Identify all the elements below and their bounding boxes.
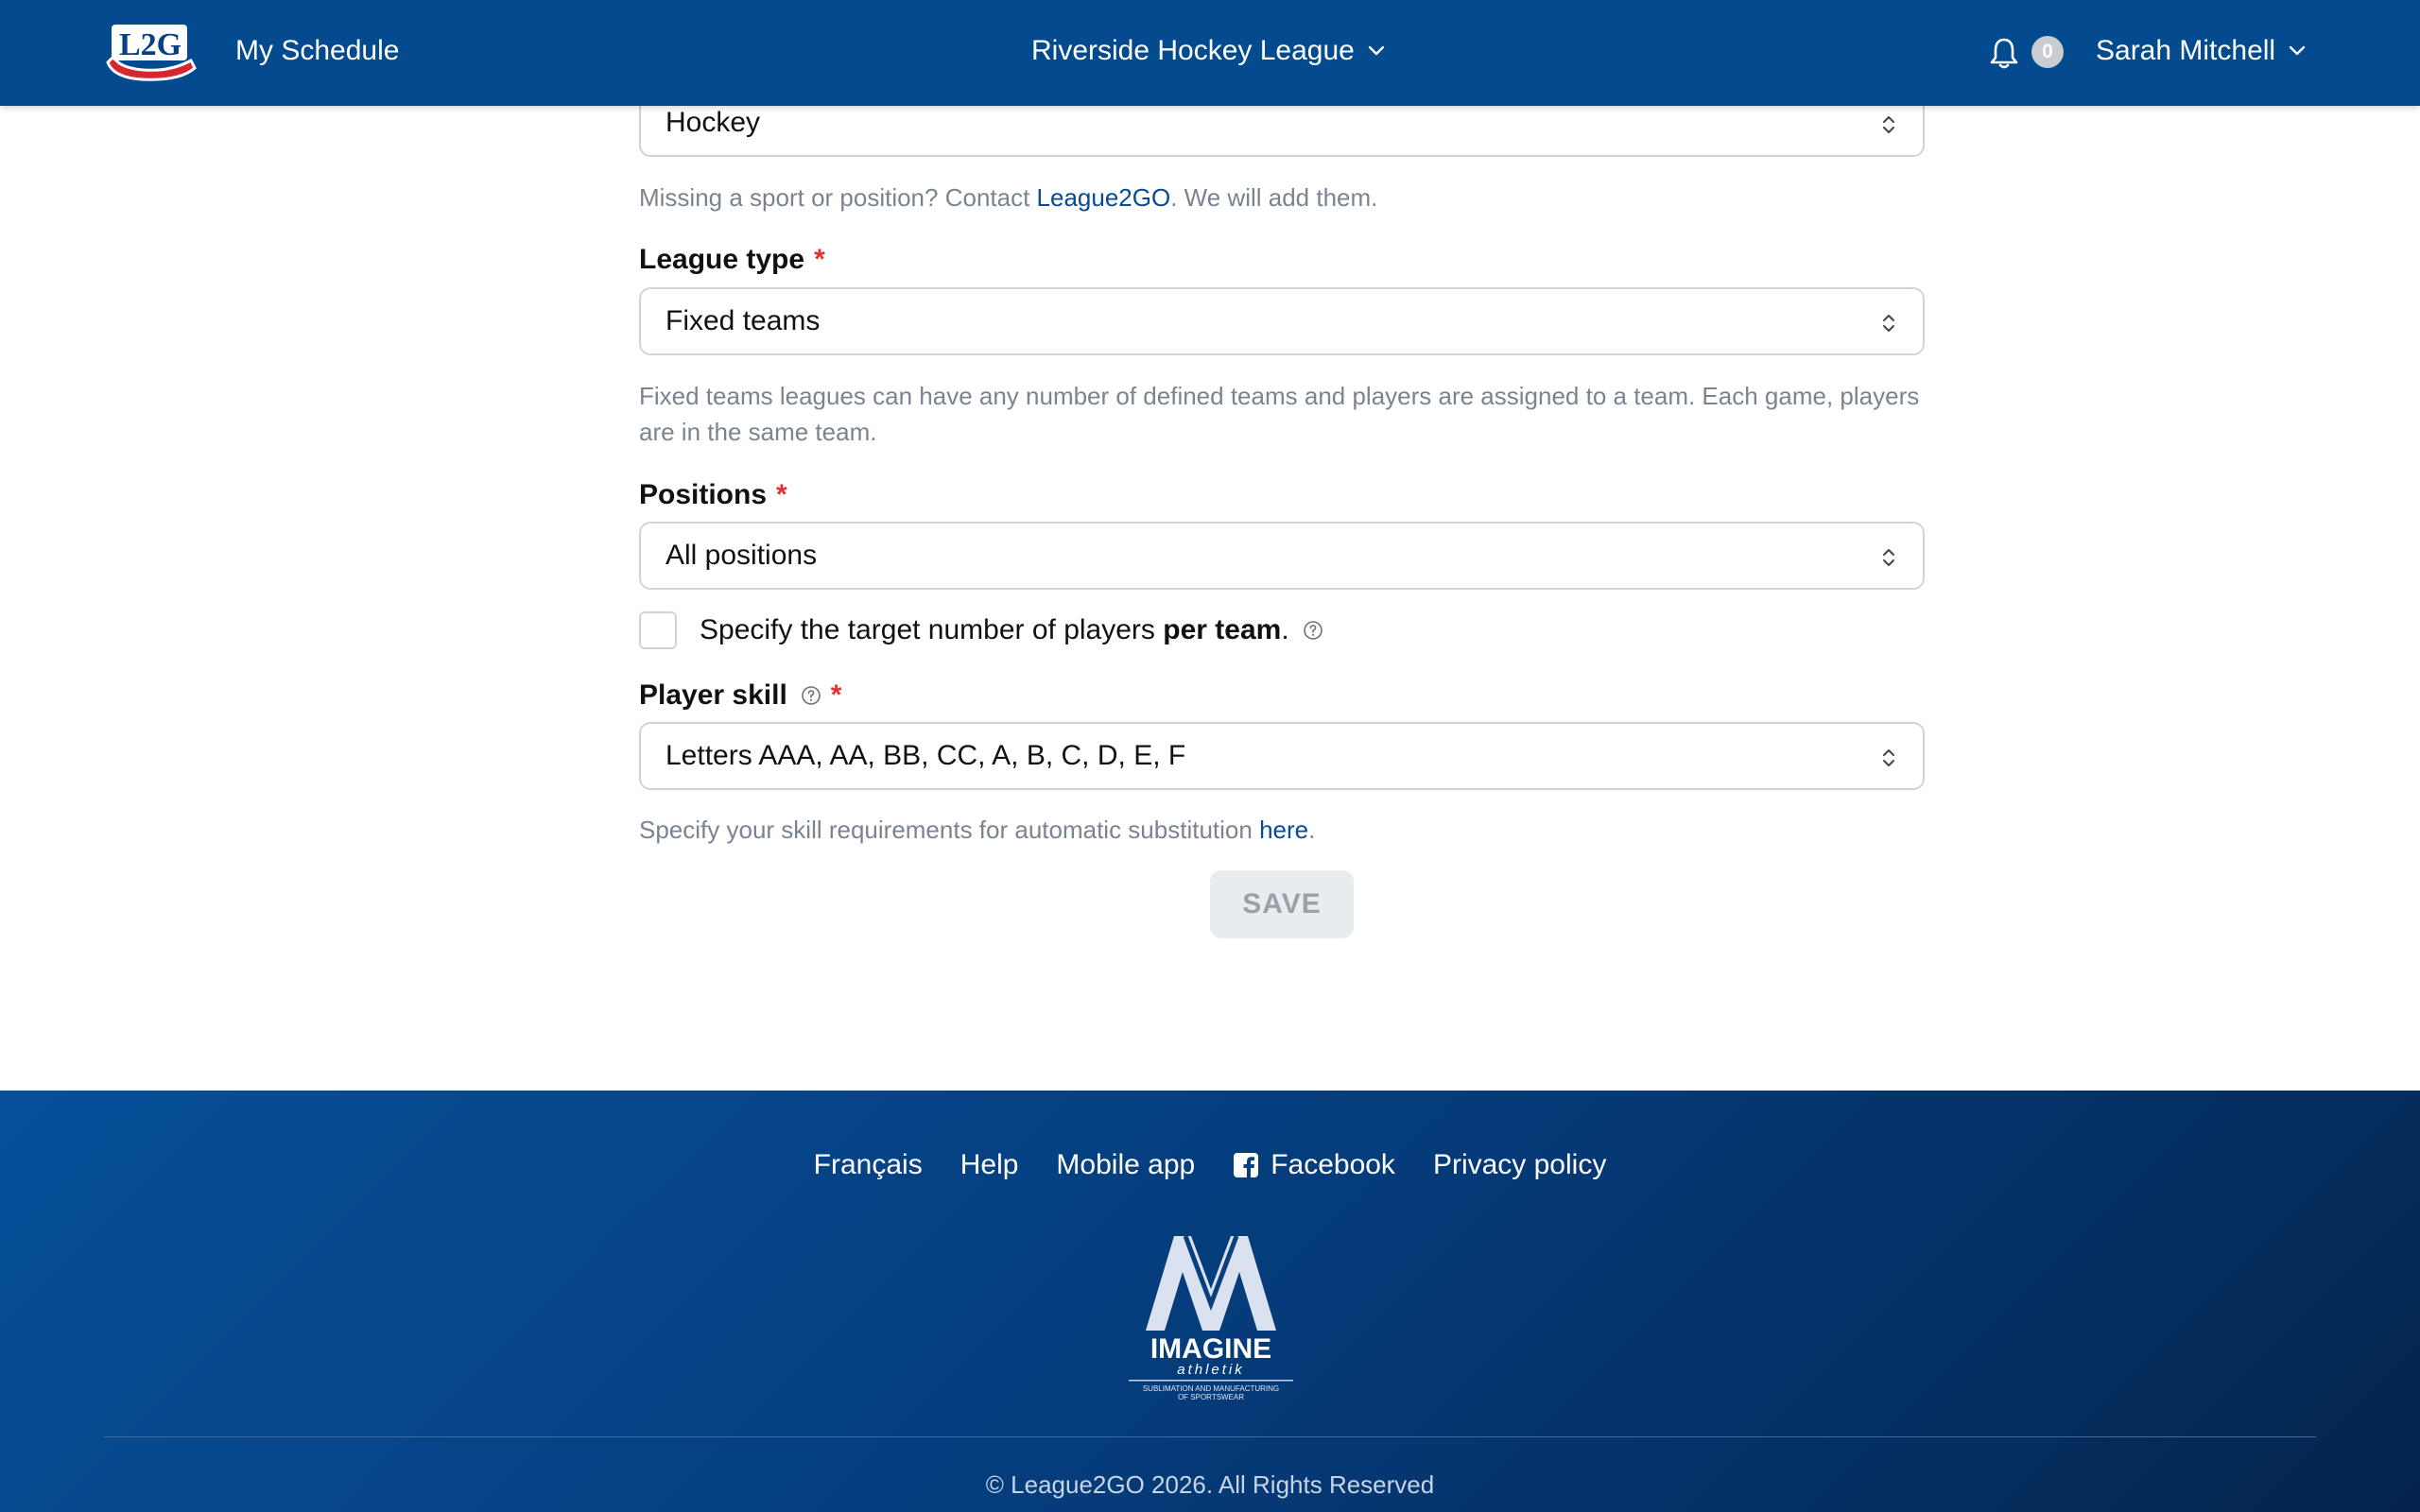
target-players-label-prefix: Specify the target number of players (700, 614, 1164, 645)
player-skill-label-text: Player skill (639, 679, 787, 711)
updown-icon (1883, 549, 1894, 566)
target-players-label[interactable]: Specify the target number of players per… (700, 614, 1289, 646)
notification-count-badge[interactable]: 0 (2031, 36, 2064, 68)
footer-link-help[interactable]: Help (960, 1149, 1019, 1181)
player-skill-select[interactable]: Letters AAA, AA, BB, CC, A, B, C, D, E, … (639, 722, 1925, 790)
facebook-icon (1234, 1153, 1259, 1177)
chevron-down-icon (2289, 45, 2306, 56)
target-players-label-bold: per team (1163, 614, 1282, 645)
top-navbar: L2G My Schedule Riverside Hockey League … (0, 0, 2420, 106)
copyright-text: © League2GO 2026. All Rights Reserved (985, 1470, 1435, 1499)
footer-link-facebook-label: Facebook (1270, 1149, 1395, 1180)
positions-select[interactable]: All positions (639, 522, 1925, 590)
league-type-help-text: Fixed teams leagues can have any number … (639, 382, 1920, 446)
league2go-contact-link[interactable]: League2GO (1037, 183, 1171, 212)
positions-label-text: Positions (639, 479, 768, 510)
sport-select-value: Hockey (666, 107, 761, 138)
sport-help-suffix: . We will add them. (1170, 183, 1378, 212)
svg-text:athletik: athletik (1177, 1362, 1245, 1378)
sport-help-prefix: Missing a sport or position? Contact (639, 183, 1037, 212)
updown-icon (1883, 116, 1894, 133)
target-players-checkbox[interactable] (639, 611, 677, 649)
skill-requirements-link[interactable]: here (1259, 816, 1308, 844)
bell-icon[interactable] (1989, 36, 2019, 70)
league-type-label: League type * (639, 244, 825, 276)
required-marker: * (830, 679, 842, 711)
save-button[interactable]: SAVE (1210, 870, 1354, 938)
league-type-select[interactable]: Fixed teams (639, 287, 1925, 355)
required-marker: * (814, 244, 825, 275)
question-icon[interactable] (801, 685, 821, 706)
footer-link-francais[interactable]: Français (814, 1149, 923, 1181)
player-skill-help-prefix: Specify your skill requirements for auto… (639, 816, 1260, 844)
player-skill-label: Player skill * (639, 679, 841, 712)
updown-icon (1883, 749, 1894, 766)
target-players-row: Specify the target number of players per… (639, 611, 1323, 649)
player-skill-help-suffix: . (1308, 816, 1316, 844)
my-schedule-link[interactable]: My Schedule (235, 32, 399, 70)
l2g-logo[interactable]: L2G (104, 19, 197, 83)
sport-help-text: Missing a sport or position? Contact Lea… (639, 180, 1925, 215)
chevron-down-icon (1368, 45, 1385, 56)
svg-text:SUBLIMATION AND MANUFACTURING: SUBLIMATION AND MANUFACTURING (1143, 1384, 1279, 1393)
user-menu[interactable]: Sarah Mitchell (2096, 32, 2306, 70)
positions-select-value: All positions (666, 540, 818, 571)
question-icon[interactable] (1303, 620, 1323, 641)
league-name: Riverside Hockey League (1031, 35, 1355, 66)
target-players-label-suffix: . (1281, 614, 1289, 645)
league-dropdown[interactable]: Riverside Hockey League (1031, 32, 1385, 70)
svg-text:L2G: L2G (119, 27, 182, 62)
svg-text:IMAGINE: IMAGINE (1150, 1333, 1271, 1365)
footer: Français Help Mobile app Facebook Privac… (0, 1091, 2420, 1512)
positions-label: Positions * (639, 479, 787, 511)
footer-link-facebook[interactable]: Facebook (1233, 1149, 1395, 1181)
svg-text:OF SPORTSWEAR: OF SPORTSWEAR (1178, 1393, 1244, 1401)
league-type-label-text: League type (639, 244, 805, 275)
imagine-athletik-logo[interactable]: IMAGINE athletik SUBLIMATION AND MANUFAC… (1129, 1232, 1293, 1402)
updown-icon (1883, 315, 1894, 332)
league-type-select-value: Fixed teams (666, 305, 821, 336)
footer-divider (104, 1436, 2316, 1437)
footer-link-mobile-app[interactable]: Mobile app (1056, 1149, 1195, 1181)
footer-link-privacy[interactable]: Privacy policy (1433, 1149, 1606, 1181)
footer-links: Français Help Mobile app Facebook Privac… (0, 1149, 2420, 1181)
player-skill-help-text: Specify your skill requirements for auto… (639, 812, 1925, 848)
required-marker: * (776, 479, 787, 510)
user-name: Sarah Mitchell (2096, 35, 2276, 66)
player-skill-select-value: Letters AAA, AA, BB, CC, A, B, C, D, E, … (666, 740, 1186, 771)
